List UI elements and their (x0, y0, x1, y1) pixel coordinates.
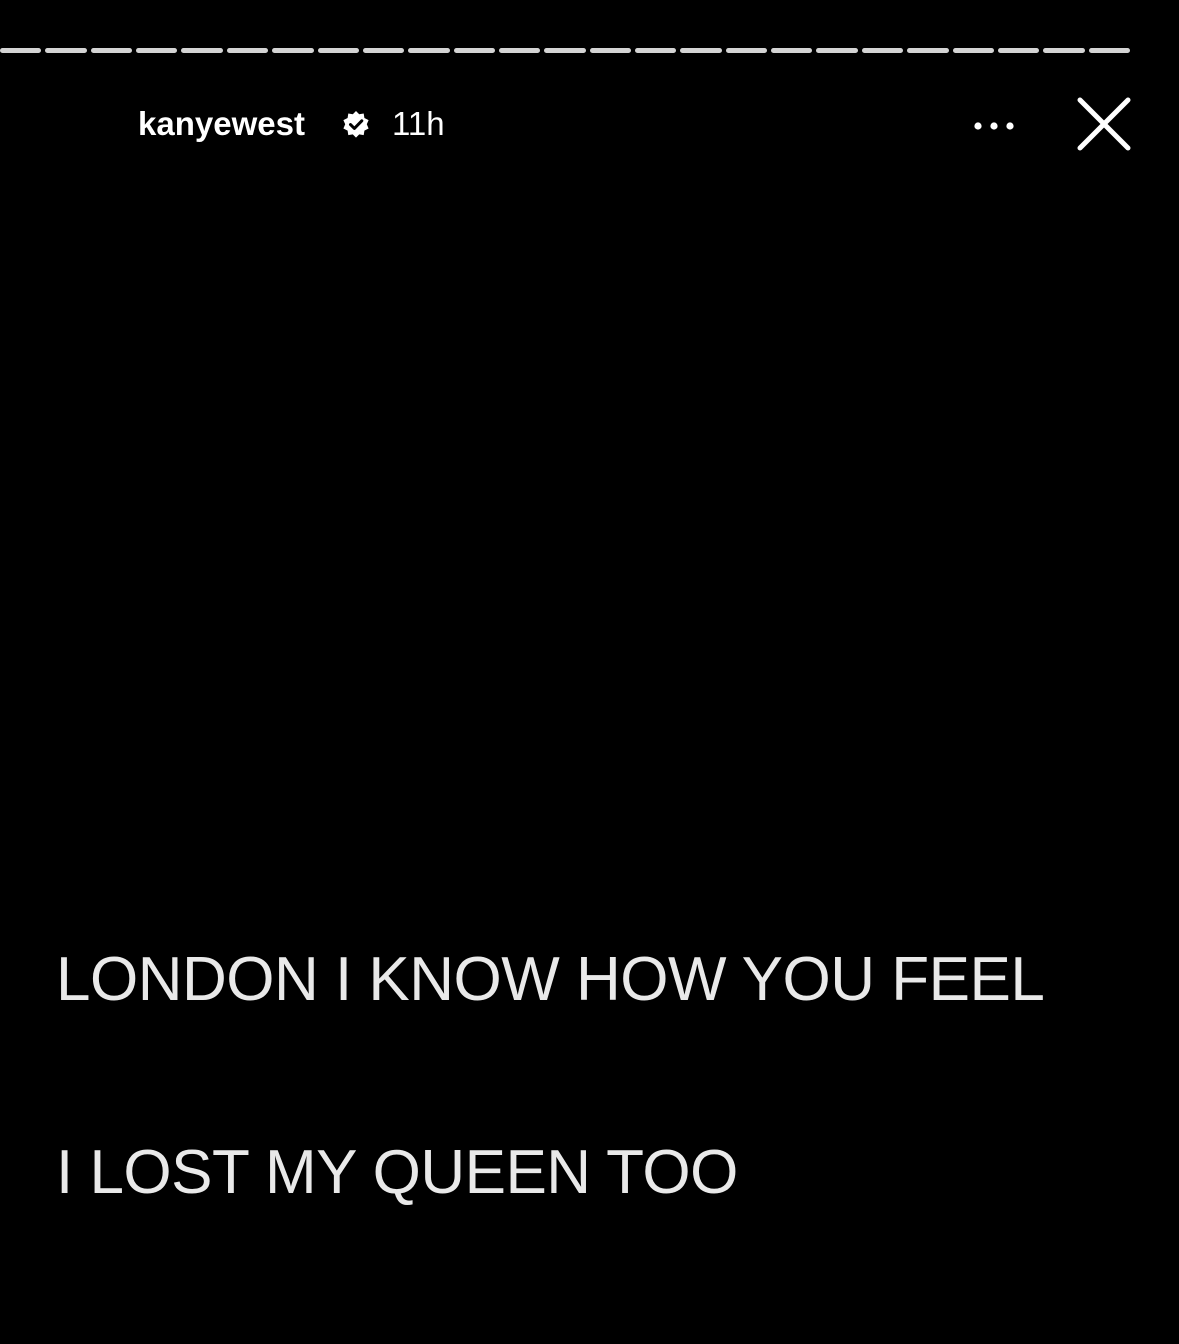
progress-segment (317, 48, 359, 53)
progress-segment (498, 48, 541, 53)
progress-segment (861, 48, 904, 53)
progress-segment (136, 48, 178, 53)
story-progress-bar (0, 48, 1130, 60)
story-text-line-2: I LOST MY QUEEN TOO (56, 1138, 738, 1207)
progress-segment (952, 48, 994, 53)
progress-segment (272, 48, 314, 53)
progress-segment (589, 48, 632, 53)
verified-badge-icon (343, 111, 369, 138)
progress-segment (907, 48, 949, 53)
progress-segment (45, 48, 87, 53)
progress-segment (544, 48, 586, 53)
progress-segment (771, 48, 813, 53)
progress-segment (226, 48, 269, 53)
progress-segment (181, 48, 223, 53)
progress-segment (635, 48, 677, 53)
progress-segment (725, 48, 768, 53)
progress-segment (680, 48, 722, 53)
close-icon[interactable] (1070, 96, 1134, 156)
progress-segment (0, 48, 42, 53)
progress-segment (408, 48, 450, 53)
progress-segment (453, 48, 495, 53)
progress-segment (90, 48, 133, 53)
progress-segment (997, 48, 1040, 53)
progress-segment (816, 48, 858, 53)
progress-segment (362, 48, 405, 53)
progress-segment (1043, 48, 1085, 53)
more-dots-icon[interactable] (964, 106, 1026, 142)
username[interactable]: kanyewest (138, 102, 305, 146)
story-text-line-1: LONDON I KNOW HOW YOU FEEL (56, 945, 1045, 1014)
story-header: kanyewest 11h (0, 96, 1179, 156)
progress-segment (1088, 48, 1130, 53)
post-time: 11h (392, 105, 445, 142)
